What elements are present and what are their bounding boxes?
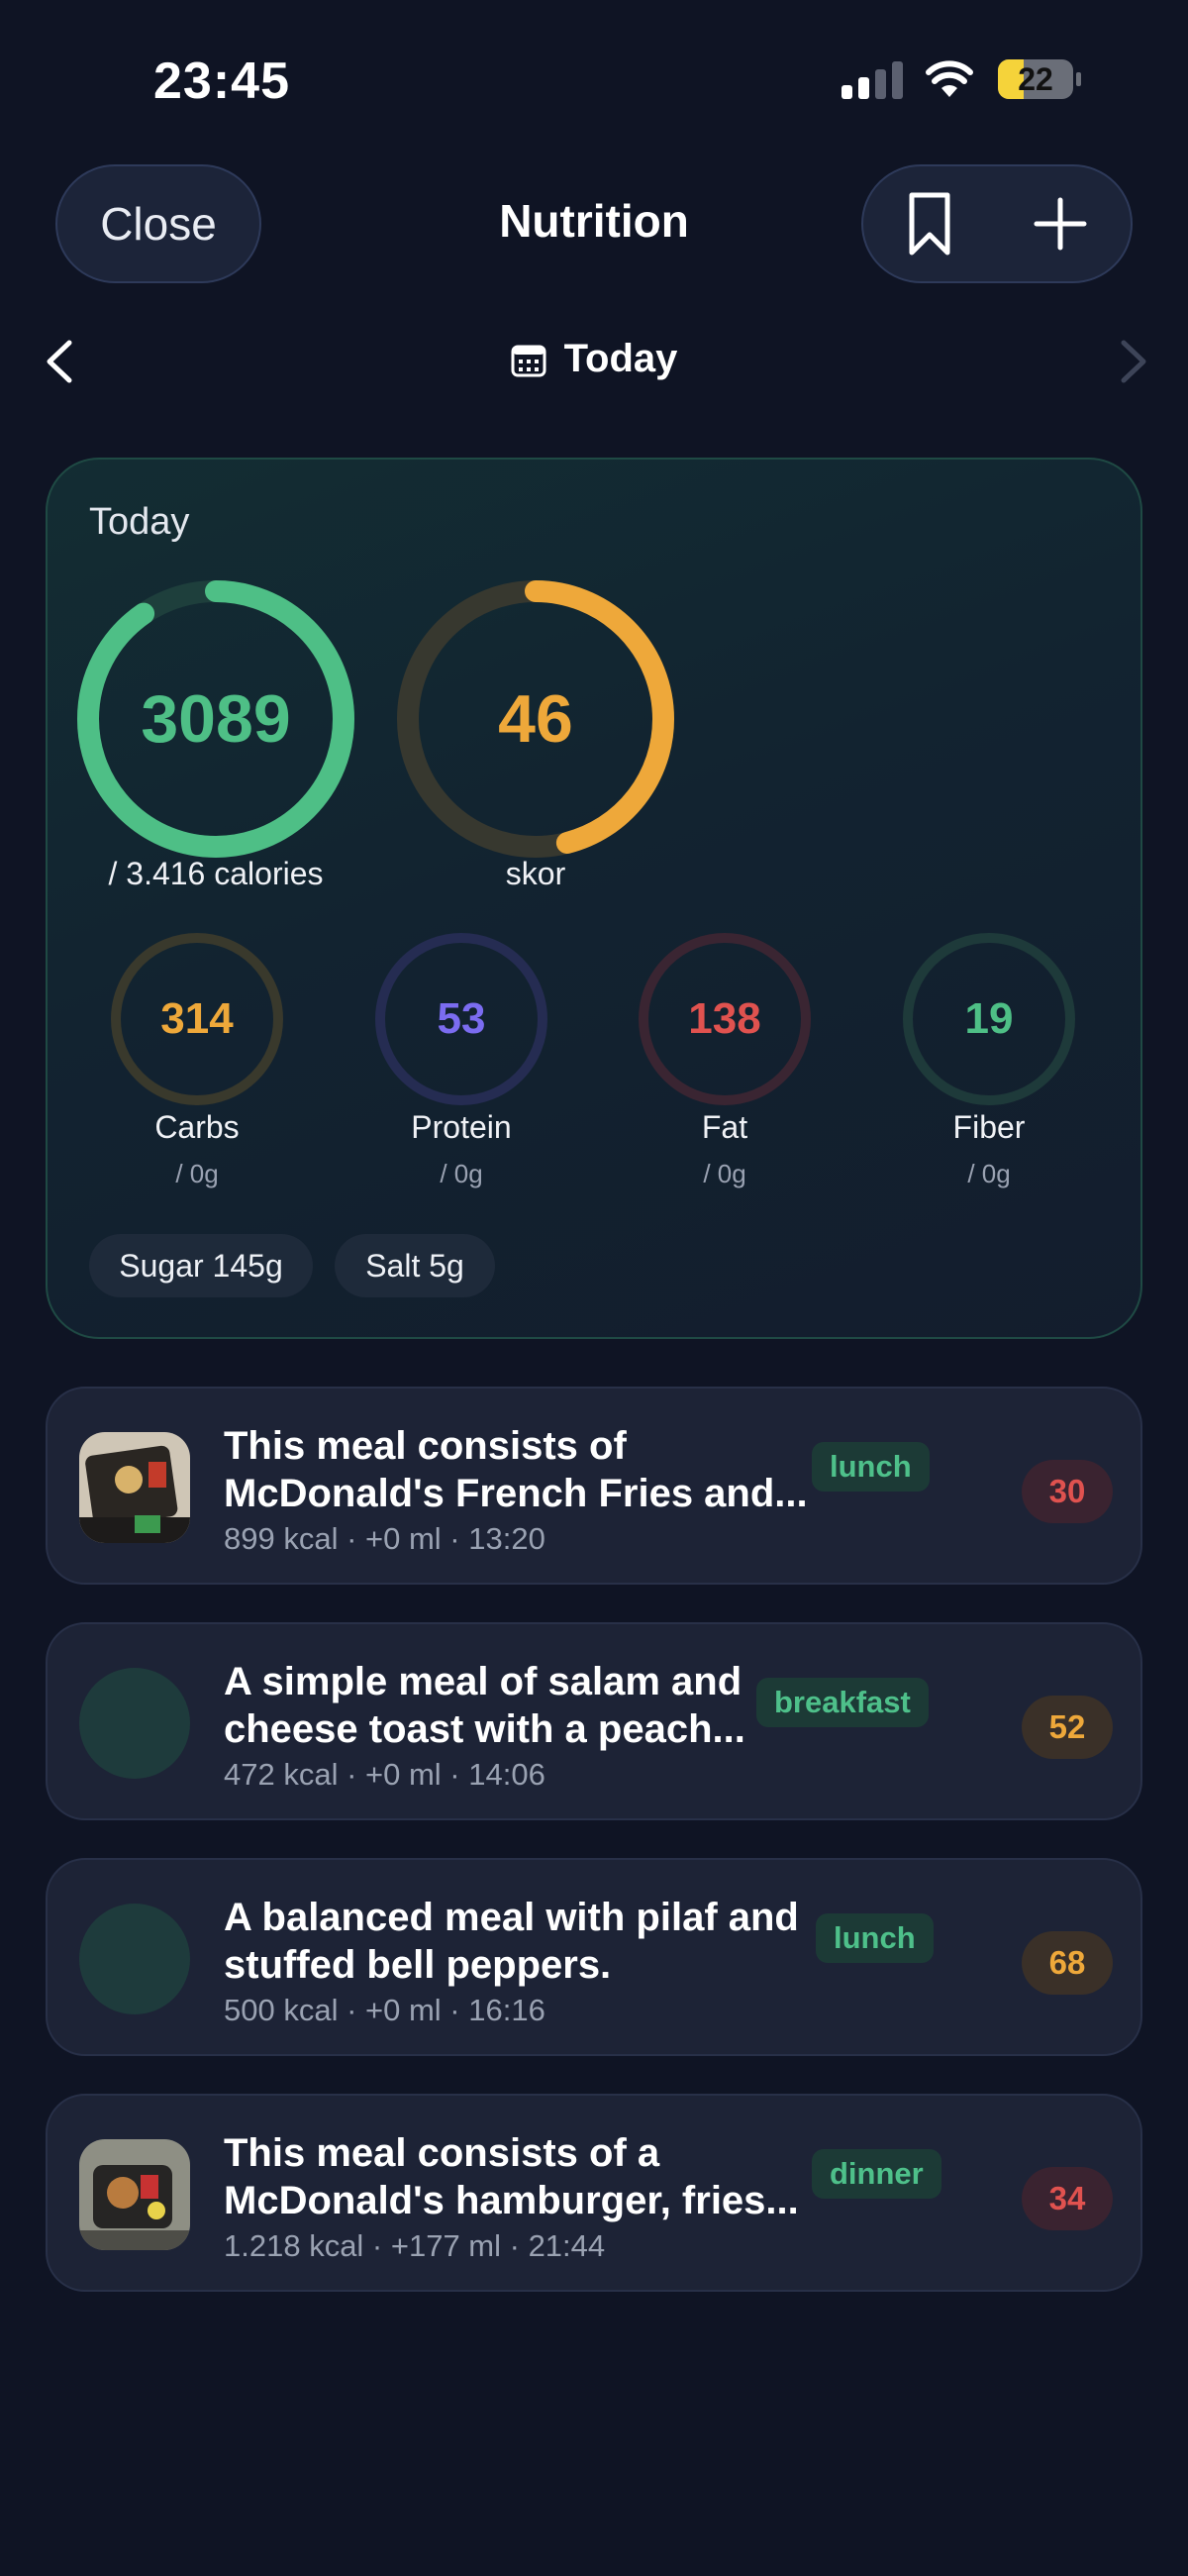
salt-chip: Salt 5g	[335, 1234, 495, 1297]
cellular-signal-icon	[842, 61, 903, 99]
fiber-value: 19	[964, 994, 1014, 1043]
meal-title: A balanced meal with pilaf and stuffed b…	[224, 1896, 799, 1987]
meal-score: 68	[1022, 1931, 1113, 1995]
header-actions	[861, 164, 1133, 283]
meal-score: 30	[1022, 1460, 1113, 1523]
meal-type-tag: lunch	[816, 1913, 934, 1963]
meal-photo	[79, 2139, 190, 2250]
fat-target: / 0g	[703, 1159, 746, 1188]
meal-type-tag: lunch	[812, 1442, 930, 1492]
score-ring: 46	[396, 579, 675, 859]
meal-title: This meal consists of McDonald's French …	[224, 1424, 808, 1515]
meal-photo-placeholder	[79, 1668, 190, 1779]
macro-carbs-ring: 314	[108, 930, 286, 1108]
macro-fat-ring: 138	[636, 930, 814, 1108]
protein-target: / 0g	[440, 1159, 483, 1188]
calendar-icon	[511, 345, 546, 376]
meal-score: 34	[1022, 2167, 1113, 2230]
macro-fiber-ring: 19	[900, 930, 1078, 1108]
meal-meta: 1.218 kcal · +177 ml · 21:44	[224, 2228, 606, 2263]
meal-title: A simple meal of salam and cheese toast …	[224, 1660, 745, 1751]
protein-value: 53	[437, 994, 486, 1043]
meal-photo	[79, 1432, 190, 1543]
meal-type-tag: breakfast	[756, 1678, 929, 1727]
meal-meta: 472 kcal · +0 ml · 14:06	[224, 1757, 545, 1792]
wifi-icon	[926, 60, 973, 97]
carbs-target: / 0g	[175, 1159, 219, 1188]
meal-card[interactable]: This meal consists of McDonald's French …	[46, 1387, 1142, 1585]
meal-photo-image	[79, 2139, 190, 2250]
calories-ring: 3089	[76, 579, 355, 859]
protein-label: Protein	[411, 1109, 512, 1145]
carbs-value: 314	[160, 994, 234, 1043]
meal-card[interactable]: A balanced meal with pilaf and stuffed b…	[46, 1858, 1142, 2056]
macro-protein-ring: 53	[372, 930, 550, 1108]
next-day-icon[interactable]	[1114, 337, 1153, 386]
date-label: Today	[563, 337, 678, 380]
summary-title: Today	[89, 501, 190, 543]
score-value: 46	[498, 681, 573, 757]
meal-meta: 899 kcal · +0 ml · 13:20	[224, 1521, 545, 1556]
meal-photo-image	[79, 1432, 190, 1543]
fiber-label: Fiber	[952, 1109, 1026, 1145]
calories-value: 3089	[141, 681, 291, 757]
meal-type-tag: dinner	[812, 2149, 941, 2199]
battery-level: 22	[1018, 60, 1053, 97]
bookmark-icon[interactable]	[907, 191, 952, 257]
add-icon[interactable]	[1034, 197, 1087, 251]
meal-title: This meal consists of a McDonald's hambu…	[224, 2131, 799, 2222]
meal-card[interactable]: A simple meal of salam and cheese toast …	[46, 1622, 1142, 1820]
date-selector[interactable]: Today	[0, 337, 1188, 381]
meal-score: 52	[1022, 1696, 1113, 1759]
fiber-target: / 0g	[967, 1159, 1011, 1188]
calories-caption: / 3.416 calories	[108, 856, 324, 891]
carbs-label: Carbs	[154, 1109, 240, 1145]
score-caption: skor	[505, 856, 566, 891]
battery-indicator: 22	[998, 57, 1081, 101]
fat-label: Fat	[701, 1109, 748, 1145]
fat-value: 138	[688, 994, 761, 1043]
status-time: 23:45	[153, 52, 290, 110]
meal-meta: 500 kcal · +0 ml · 16:16	[224, 1993, 545, 2027]
sugar-chip: Sugar 145g	[89, 1234, 313, 1297]
meal-card[interactable]: This meal consists of a McDonald's hambu…	[46, 2094, 1142, 2292]
meal-photo-placeholder	[79, 1904, 190, 2014]
